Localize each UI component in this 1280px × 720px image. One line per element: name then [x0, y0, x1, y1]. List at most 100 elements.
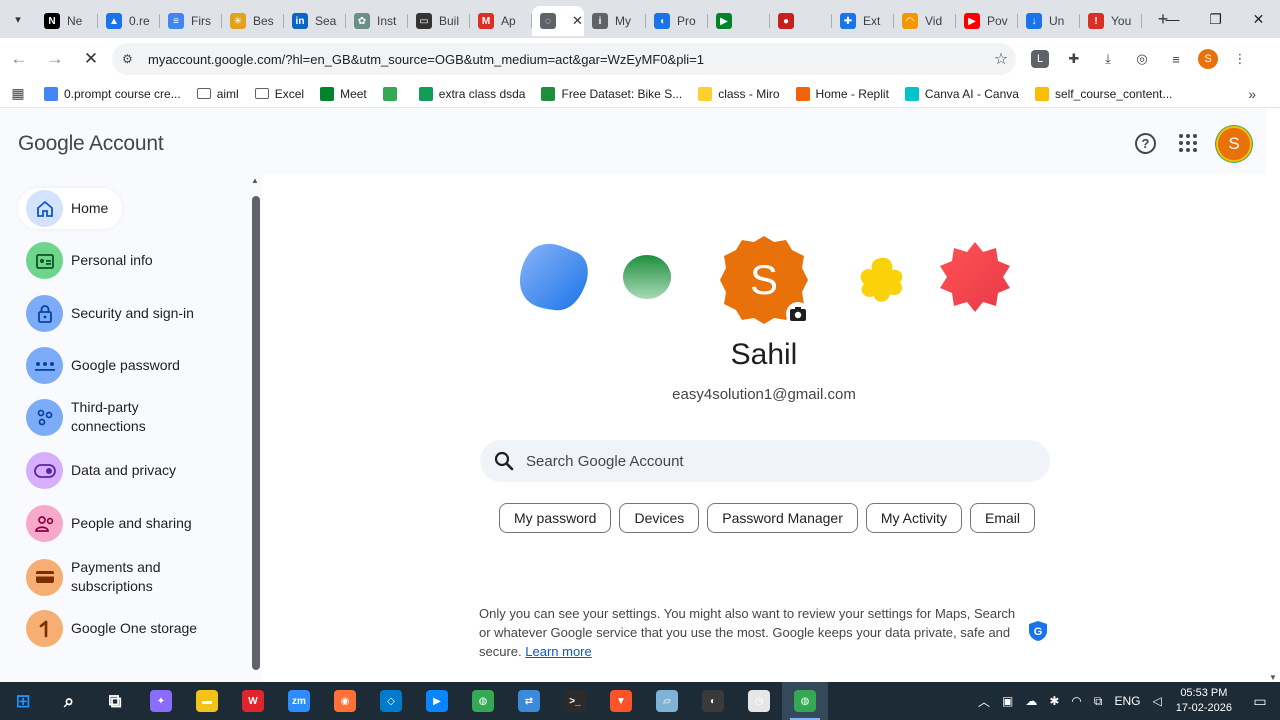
- performance-icon[interactable]: ◎: [1130, 47, 1154, 71]
- camera-icon[interactable]: [786, 302, 810, 326]
- sidebar-item-security-and-sign-in[interactable]: Security and sign-in: [26, 295, 194, 332]
- quick-link-chip[interactable]: Devices: [619, 503, 700, 533]
- page-scrollbar[interactable]: ▼: [1266, 174, 1280, 682]
- bookmark-item[interactable]: extra class dsda: [411, 86, 534, 101]
- quick-link-chip[interactable]: Password Manager: [707, 503, 858, 533]
- taskbar-app[interactable]: ⧉: [92, 682, 138, 720]
- onedrive-icon[interactable]: ☁: [1019, 694, 1043, 708]
- site-settings-icon[interactable]: ⚙: [122, 52, 140, 66]
- bookmark-item[interactable]: Canva AI - Canva: [897, 86, 1027, 101]
- taskbar-app[interactable]: ✦: [138, 682, 184, 720]
- taskbar-app[interactable]: ◍: [460, 682, 506, 720]
- tab-search-chevron-icon[interactable]: ▾: [0, 0, 36, 38]
- taskbar-app[interactable]: ▼: [598, 682, 644, 720]
- close-window-icon[interactable]: ✕: [1237, 0, 1280, 38]
- taskbar-app[interactable]: zm: [276, 682, 322, 720]
- taskbar-app[interactable]: ⊞: [0, 682, 46, 720]
- quick-link-chip[interactable]: My password: [499, 503, 612, 533]
- taskbar-app[interactable]: ◍: [782, 682, 828, 720]
- sidebar-item-google-one-storage[interactable]: Google One storage: [26, 610, 197, 647]
- bookmark-item[interactable]: Excel: [247, 87, 312, 101]
- sidebar-scrollbar[interactable]: ▲: [250, 174, 262, 682]
- more-bookmarks-icon[interactable]: »: [1248, 86, 1256, 102]
- taskbar-app[interactable]: ◇: [368, 682, 414, 720]
- taskbar-app[interactable]: ▬: [184, 682, 230, 720]
- browser-tab[interactable]: N Ne: [36, 6, 98, 36]
- forward-arrow-icon[interactable]: →: [38, 42, 72, 76]
- url-text[interactable]: myaccount.google.com/?hl=en_GB&utm_sourc…: [148, 52, 986, 67]
- taskbar-app[interactable]: ⌕: [46, 682, 92, 720]
- bookmark-item[interactable]: Home - Replit: [788, 86, 897, 101]
- apps-grid-icon[interactable]: ▦: [0, 85, 36, 102]
- browser-tab[interactable]: ✚ Ext: [832, 6, 894, 36]
- volume-icon[interactable]: ◁: [1146, 694, 1167, 708]
- scrollbar-thumb[interactable]: [252, 196, 260, 670]
- browser-tab[interactable]: ▶ Pov: [956, 6, 1018, 36]
- taskbar-app[interactable]: ▶: [414, 682, 460, 720]
- stop-loading-icon[interactable]: ✕: [74, 42, 108, 76]
- taskbar-app[interactable]: ◷: [736, 682, 782, 720]
- downloads-icon[interactable]: ⤓: [1096, 47, 1120, 71]
- quick-link-chip[interactable]: My Activity: [865, 503, 963, 533]
- scroll-down-icon[interactable]: ▼: [1269, 673, 1277, 682]
- wifi-icon[interactable]: ◠: [1065, 694, 1087, 708]
- bookmark-item[interactable]: self_course_content...: [1027, 86, 1180, 101]
- browser-tab[interactable]: ◌ ✕: [532, 6, 584, 36]
- browser-tab[interactable]: ▶: [708, 6, 770, 36]
- bookmark-item[interactable]: 0.prompt course cre...: [36, 86, 189, 101]
- browser-tab[interactable]: ●: [770, 6, 832, 36]
- taskbar-app[interactable]: ⇄: [506, 682, 552, 720]
- sidebar-item-payments-and-subscriptions[interactable]: Payments and subscriptions: [26, 558, 181, 596]
- account-avatar[interactable]: S: [1216, 126, 1252, 162]
- address-bar[interactable]: ⚙ myaccount.google.com/?hl=en_GB&utm_sou…: [112, 43, 1016, 75]
- sidebar-item-google-password[interactable]: Google password: [26, 347, 180, 384]
- browser-menu-icon[interactable]: ⋮: [1228, 47, 1252, 71]
- network-icon[interactable]: ⧉: [1088, 694, 1109, 709]
- browser-tab[interactable]: ▲ 0.re: [98, 6, 160, 36]
- sidebar-item-data-and-privacy[interactable]: Data and privacy: [26, 452, 176, 489]
- sidebar-item-people-and-sharing[interactable]: People and sharing: [26, 505, 192, 542]
- browser-tab[interactable]: ↓ Un: [1018, 6, 1080, 36]
- notification-icon[interactable]: ▭: [1240, 693, 1280, 710]
- language-indicator[interactable]: ENG: [1108, 694, 1146, 708]
- sidebar-item-home[interactable]: Home: [18, 188, 123, 229]
- bookmark-item[interactable]: class - Miro: [690, 86, 787, 101]
- back-arrow-icon[interactable]: ←: [2, 42, 36, 76]
- browser-tab[interactable]: M Ap: [470, 6, 532, 36]
- bookmark-item[interactable]: Meet: [312, 86, 375, 101]
- system-clock[interactable]: 05:53 PM 17-02-2026: [1168, 686, 1240, 716]
- restore-icon[interactable]: ❐: [1194, 0, 1237, 38]
- browser-tab[interactable]: ◠ Vid: [894, 6, 956, 36]
- taskbar-app[interactable]: ▱: [644, 682, 690, 720]
- browser-tab[interactable]: ✿ Inst: [346, 6, 408, 36]
- extension-l-icon[interactable]: L: [1031, 50, 1049, 68]
- taskbar-app[interactable]: W: [230, 682, 276, 720]
- tray-app-icon[interactable]: ▣: [996, 694, 1019, 708]
- sidebar-item-personal-info[interactable]: Personal info: [26, 242, 153, 279]
- browser-tab[interactable]: in Sea: [284, 6, 346, 36]
- browser-tab[interactable]: ! You: [1080, 6, 1142, 36]
- google-apps-icon[interactable]: [1179, 134, 1197, 152]
- quick-link-chip[interactable]: Email: [970, 503, 1036, 533]
- browser-tab[interactable]: ✳ Bes: [222, 6, 284, 36]
- browser-tab[interactable]: i My: [584, 6, 646, 36]
- sidebar-item-third-party-connections[interactable]: Third-party connections: [26, 398, 181, 436]
- bluetooth-icon[interactable]: ✱: [1043, 694, 1065, 708]
- scroll-up-icon[interactable]: ▲: [251, 176, 259, 185]
- media-control-icon[interactable]: ≡: [1164, 47, 1188, 71]
- help-icon[interactable]: ?: [1135, 133, 1156, 154]
- browser-tab[interactable]: ≡ Firs: [160, 6, 222, 36]
- taskbar-app[interactable]: ◉: [322, 682, 368, 720]
- browser-tab[interactable]: ▭ Buil: [408, 6, 470, 36]
- bookmark-item[interactable]: Free Dataset: Bike S...: [533, 86, 690, 101]
- browser-tab[interactable]: ◖ Pro: [646, 6, 708, 36]
- taskbar-app[interactable]: ◐: [690, 682, 736, 720]
- google-account-logo[interactable]: Google Account: [18, 132, 164, 156]
- taskbar-app[interactable]: >_: [552, 682, 598, 720]
- bookmark-star-icon[interactable]: ☆: [986, 49, 1016, 69]
- extensions-puzzle-icon[interactable]: ✚: [1062, 47, 1086, 71]
- search-input[interactable]: [526, 452, 1026, 470]
- learn-more-link[interactable]: Learn more: [525, 644, 591, 659]
- tab-close-icon[interactable]: ✕: [572, 13, 583, 29]
- minimize-icon[interactable]: —: [1151, 0, 1194, 38]
